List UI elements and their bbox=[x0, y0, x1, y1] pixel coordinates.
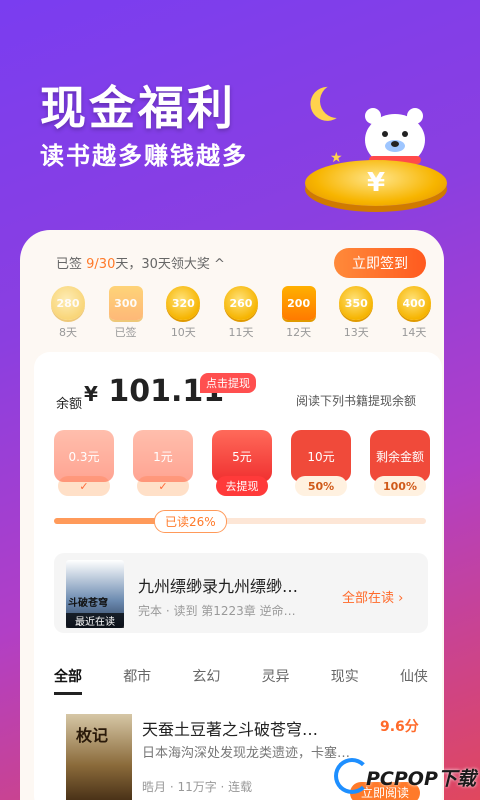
day-label: 14天 bbox=[401, 326, 427, 339]
red-packet-icon: 10元 bbox=[291, 430, 351, 482]
book-cover[interactable]: 枚记 bbox=[66, 714, 132, 800]
watermark-text: PCPOP下载 bbox=[366, 768, 476, 790]
hero-title: 现金福利 bbox=[40, 81, 236, 135]
watermark: 立即阅读 PCPOP下载 bbox=[330, 756, 480, 800]
packet-progress: 100% bbox=[374, 476, 426, 496]
bear-mascot-icon bbox=[365, 108, 425, 166]
red-packet[interactable]: 5元 去提现 bbox=[212, 430, 272, 502]
day-label: 12天 bbox=[286, 326, 312, 339]
day-label: 8天 bbox=[59, 326, 77, 339]
tab-xianxia[interactable]: 仙侠 bbox=[400, 666, 428, 695]
day-reward[interactable]: 400 14天 bbox=[392, 286, 436, 340]
book-description: 日本海沟深处发现龙类遗迹，卡塞… bbox=[142, 746, 351, 761]
tab-supernatural[interactable]: 灵异 bbox=[262, 666, 290, 695]
cover-title: 枚记 bbox=[76, 726, 109, 745]
moon-icon bbox=[315, 79, 359, 123]
red-packet-icon: 1元 bbox=[133, 430, 193, 482]
reading-progress-bar bbox=[54, 518, 426, 524]
daily-reward-row: 280 8天 300 已签 320 10天 260 11天 200 12天 350 13天 … bbox=[46, 286, 436, 340]
tab-fantasy[interactable]: 玄幻 bbox=[192, 666, 220, 695]
coin-box-icon: 300 bbox=[108, 286, 143, 320]
red-packet[interactable]: 0.3元 ✓ bbox=[54, 430, 114, 502]
recent-book-title[interactable]: 九州缥缈录九州缥缈… bbox=[138, 573, 298, 597]
signin-count: 9/30 bbox=[86, 257, 116, 272]
tab-city[interactable]: 都市 bbox=[123, 666, 151, 695]
recent-book-meta: 完本 · 读到 第1223章 逆命… bbox=[138, 604, 296, 618]
tab-reality[interactable]: 现实 bbox=[331, 666, 359, 695]
day-reward[interactable]: 350 13天 bbox=[334, 286, 378, 340]
hero-subtitle: 读书越多赚钱越多 bbox=[40, 142, 248, 170]
yuan-coin-icon: ¥ bbox=[305, 160, 447, 206]
sign-in-button[interactable]: 立即签到 bbox=[334, 248, 426, 278]
book-meta: 晧月 · 11万字 · 连载 bbox=[142, 780, 253, 794]
tab-all[interactable]: 全部 bbox=[54, 666, 82, 695]
day-label: 已签 bbox=[114, 326, 137, 339]
recent-tag: 最近在读 bbox=[66, 613, 124, 628]
packet-progress: 50% bbox=[295, 476, 347, 496]
balance-label: 余额 bbox=[56, 397, 83, 412]
coin-icon: 320 bbox=[166, 286, 201, 320]
balance-hint: 阅读下列书籍提现余额 bbox=[296, 394, 417, 408]
book-cover[interactable]: 斗破苍穹 最近在读 bbox=[66, 560, 124, 628]
pcpop-logo-icon bbox=[334, 758, 370, 794]
book-title[interactable]: 天蚕土豆著之斗破苍穹… bbox=[142, 716, 318, 740]
coin-box-icon: 200 bbox=[281, 286, 316, 320]
reading-progress-label: 已读26% bbox=[154, 510, 227, 533]
coin-icon: 260 bbox=[223, 286, 258, 320]
red-packet[interactable]: 剩余金额 100% bbox=[370, 430, 430, 502]
coin-icon: 350 bbox=[339, 286, 374, 320]
coin-icon: 280 bbox=[51, 286, 85, 320]
book-score: 9.6分 bbox=[380, 719, 419, 735]
day-reward[interactable]: 280 8天 bbox=[46, 286, 90, 340]
coin-icon: 400 bbox=[396, 286, 431, 320]
day-reward[interactable]: 200 12天 bbox=[277, 286, 321, 340]
signin-status: 已签 9/30天，30天领大奖 ^ bbox=[56, 253, 225, 272]
chevron-up-icon[interactable]: ^ bbox=[214, 257, 225, 272]
red-packet-row: 0.3元 ✓ 1元 ✓ 5元 去提现 10元 50% 剩余金额 100% bbox=[54, 430, 430, 502]
category-tabs: 全部 都市 玄幻 灵异 现实 仙侠 bbox=[54, 666, 428, 695]
all-reading-link[interactable]: 全部在读 › bbox=[342, 587, 403, 606]
signin-prefix: 已签 bbox=[56, 257, 83, 272]
day-label: 10天 bbox=[170, 326, 196, 339]
red-packet[interactable]: 10元 50% bbox=[291, 430, 351, 502]
progress-fill bbox=[54, 518, 166, 524]
day-reward[interactable]: 300 已签 bbox=[104, 286, 148, 340]
signin-suffix: 天，30天领大奖 bbox=[115, 257, 210, 272]
red-packet-icon: 0.3元 bbox=[54, 430, 114, 482]
cover-title: 斗破苍穹 bbox=[68, 598, 108, 609]
red-packet-icon: 剩余金额 bbox=[370, 430, 430, 482]
day-reward[interactable]: 260 11天 bbox=[219, 286, 263, 340]
red-packet[interactable]: 1元 ✓ bbox=[133, 430, 193, 502]
currency-symbol: ¥ bbox=[84, 382, 98, 406]
red-packet-icon: 5元 bbox=[212, 430, 272, 482]
day-label: 11天 bbox=[228, 326, 254, 339]
day-reward[interactable]: 320 10天 bbox=[161, 286, 205, 340]
day-label: 13天 bbox=[343, 326, 369, 339]
withdraw-tag[interactable]: 点击提现 bbox=[200, 373, 256, 393]
withdraw-button[interactable]: 去提现 bbox=[216, 476, 268, 496]
